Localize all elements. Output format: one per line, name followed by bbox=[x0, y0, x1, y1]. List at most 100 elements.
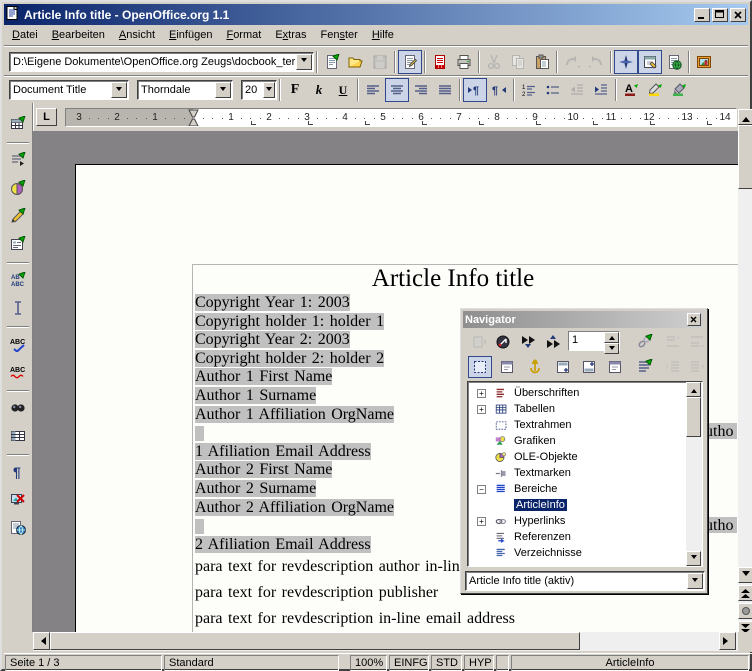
tree-item-label[interactable]: Hyperlinks bbox=[514, 515, 565, 527]
menu-format[interactable]: Format bbox=[219, 26, 268, 44]
horizontal-scrollbar[interactable] bbox=[33, 632, 738, 651]
tree-item-label[interactable]: Referenzen bbox=[514, 531, 571, 543]
zoom-field[interactable]: 100% bbox=[350, 655, 387, 671]
navigator-button[interactable] bbox=[614, 50, 638, 74]
tree-scroll-thumb[interactable] bbox=[686, 397, 701, 437]
font-dropdown-button[interactable] bbox=[215, 82, 231, 98]
navigator-combo-dropdown[interactable] bbox=[687, 573, 703, 589]
tree-item-label[interactable]: Tabellen bbox=[514, 403, 555, 415]
paste-button[interactable] bbox=[530, 50, 554, 74]
font-color-button[interactable]: A bbox=[619, 78, 643, 102]
tree-item-verzeichnisse[interactable]: Verzeichnisse bbox=[468, 546, 702, 562]
indent-marker[interactable] bbox=[187, 109, 200, 127]
tree-item-label[interactable]: Textmarken bbox=[514, 467, 571, 479]
tree-item-label[interactable]: OLE-Objekte bbox=[514, 451, 578, 463]
tree-item-label[interactable]: Grafiken bbox=[514, 435, 556, 447]
stylist-button[interactable] bbox=[638, 50, 662, 74]
promote-level-button[interactable] bbox=[661, 356, 685, 378]
footer-button[interactable] bbox=[577, 356, 601, 378]
url-combobox[interactable]: D:\Eigene Dokumente\OpenOffice.org Zeugs… bbox=[9, 52, 314, 72]
size-dropdown-button[interactable] bbox=[263, 82, 275, 98]
paragraph-style-value[interactable]: Document Title bbox=[10, 84, 110, 96]
tree-item-label[interactable]: Überschriften bbox=[514, 387, 579, 399]
underline-button[interactable]: U bbox=[331, 78, 355, 102]
document-text-line[interactable]: para text for revdescription in-line ema… bbox=[195, 606, 615, 632]
navigator-title-bar[interactable]: Navigator bbox=[463, 311, 703, 328]
minimize-button[interactable] bbox=[694, 8, 710, 22]
font-size-value[interactable]: 20 bbox=[242, 84, 262, 96]
tree-item-bereiche[interactable]: −Bereiche bbox=[468, 482, 702, 498]
spin-down-button[interactable] bbox=[604, 343, 619, 354]
tree-item-label[interactable]: ArticleInfo bbox=[514, 499, 567, 511]
navigator-toggle-button[interactable] bbox=[468, 331, 492, 353]
navigator-document-value[interactable]: Article Info title (aktiv) bbox=[466, 575, 686, 587]
next-button[interactable] bbox=[541, 331, 565, 353]
tree-item-hyperlinks[interactable]: + Hyperlinks bbox=[468, 514, 702, 530]
listbox-onoff-button[interactable] bbox=[633, 356, 657, 378]
direct-cursor-button[interactable] bbox=[6, 296, 30, 320]
menu-einfgen[interactable]: Einfügen bbox=[162, 26, 219, 44]
find-replace-button[interactable] bbox=[6, 396, 30, 420]
font-name-combobox[interactable]: Thorndale bbox=[137, 80, 233, 100]
tree-item-label[interactable]: Textrahmen bbox=[514, 419, 571, 431]
horizontal-scroll-thumb[interactable] bbox=[50, 632, 580, 650]
tree-scrollbar[interactable] bbox=[686, 382, 702, 566]
align-left-button[interactable] bbox=[361, 78, 385, 102]
navigator-close-button[interactable] bbox=[687, 313, 701, 326]
copy-button[interactable] bbox=[506, 50, 530, 74]
menu-ansicht[interactable]: Ansicht bbox=[112, 26, 162, 44]
vertical-scroll-thumb[interactable] bbox=[738, 125, 752, 189]
increase-indent-button[interactable] bbox=[589, 78, 613, 102]
numbered-list-button[interactable]: 12 bbox=[517, 78, 541, 102]
open-button[interactable] bbox=[344, 50, 368, 74]
gallery-button[interactable] bbox=[692, 50, 716, 74]
tree-scroll-up[interactable] bbox=[686, 382, 701, 397]
tree-item-oleobjekte[interactable]: OLE-Objekte bbox=[468, 450, 702, 466]
header-button[interactable] bbox=[551, 356, 575, 378]
paragraph-style-combobox[interactable]: Document Title bbox=[9, 80, 129, 100]
tree-expand-box[interactable]: + bbox=[477, 405, 486, 414]
italic-button[interactable]: k bbox=[307, 78, 331, 102]
spin-up-button[interactable] bbox=[604, 332, 619, 343]
bold-button[interactable]: F bbox=[283, 78, 307, 102]
tab-type-button[interactable]: L bbox=[36, 108, 57, 126]
tree-expand-box[interactable]: + bbox=[477, 517, 486, 526]
set-reminder-button[interactable] bbox=[495, 356, 519, 378]
font-name-value[interactable]: Thorndale bbox=[138, 84, 214, 96]
insert-fields-button[interactable] bbox=[6, 148, 30, 172]
tree-item-label[interactable]: Verzeichnisse bbox=[514, 547, 582, 559]
align-center-button[interactable] bbox=[385, 78, 409, 102]
bullet-list-button[interactable] bbox=[541, 78, 565, 102]
clipped-text-fragment[interactable]: utho bbox=[705, 517, 737, 533]
tree-item-textrahmen[interactable]: Textrahmen bbox=[468, 418, 702, 434]
online-layout-button[interactable] bbox=[6, 516, 30, 540]
tree-item-grafiken[interactable]: Grafiken bbox=[468, 434, 702, 450]
autospellcheck-button[interactable]: ABC bbox=[6, 360, 30, 384]
small-field[interactable] bbox=[496, 655, 509, 671]
tree-item-berschriften[interactable]: +Überschriften bbox=[468, 386, 702, 402]
justify-button[interactable] bbox=[433, 78, 457, 102]
rtl-button[interactable]: ¶ bbox=[487, 78, 511, 102]
highlighting-button[interactable] bbox=[643, 78, 667, 102]
page-number-spinner[interactable]: 1 bbox=[568, 331, 620, 351]
reminder-button[interactable] bbox=[603, 356, 627, 378]
ltr-button[interactable]: ¶ bbox=[463, 78, 487, 102]
export-pdf-button[interactable] bbox=[428, 50, 452, 74]
tree-item-articleinfo[interactable]: ArticleInfo bbox=[468, 498, 702, 514]
draw-functions-button[interactable] bbox=[6, 204, 30, 228]
maximize-button[interactable] bbox=[712, 8, 728, 22]
menu-hilfe[interactable]: Hilfe bbox=[365, 26, 401, 44]
hyperlink-dialog-button[interactable] bbox=[662, 50, 686, 74]
previous-button[interactable] bbox=[516, 331, 540, 353]
content-view-button[interactable] bbox=[468, 356, 492, 378]
url-dropdown-button[interactable] bbox=[296, 54, 312, 70]
menu-extras[interactable]: Extras bbox=[268, 26, 313, 44]
insert-table-button[interactable] bbox=[6, 112, 30, 136]
section-field[interactable]: ArticleInfo bbox=[511, 655, 749, 671]
decrease-indent-button[interactable] bbox=[565, 78, 589, 102]
scroll-down-button[interactable] bbox=[738, 567, 752, 583]
menu-bearbeiten[interactable]: Bearbeiten bbox=[45, 26, 112, 44]
navigation-button[interactable] bbox=[738, 603, 752, 619]
page-number-value[interactable]: 1 bbox=[569, 332, 604, 350]
save-button[interactable] bbox=[368, 50, 392, 74]
